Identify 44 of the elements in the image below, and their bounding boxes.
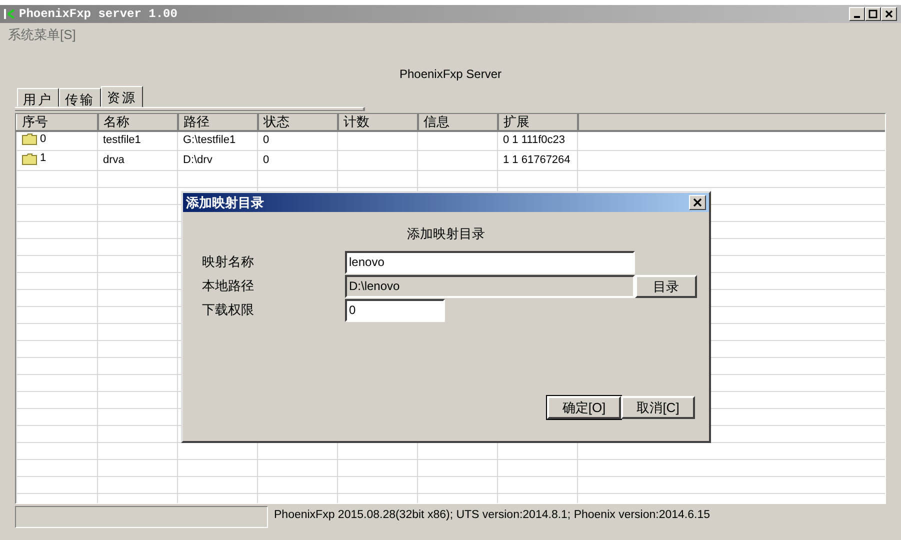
tab[interactable]: 用户 — [17, 88, 59, 106]
folder-icon — [22, 152, 37, 164]
header-title: PhoenixFxp Server — [399, 66, 502, 80]
field-label: 本地路径 — [201, 277, 255, 296]
input-field[interactable]: 0 — [345, 298, 445, 322]
browse-button[interactable]: 目录 — [635, 274, 697, 298]
column-header[interactable]: 扩展 — [498, 114, 578, 130]
cancel-button[interactable]: 取消[C] — [621, 396, 695, 419]
table-cell: 0 1 111f0c23 — [503, 134, 565, 146]
table-cell: 1 1 61767264 — [503, 154, 570, 166]
close-icon — [884, 9, 894, 19]
table-cell: testfile1 — [103, 134, 141, 146]
table-cell: 0 — [22, 132, 46, 146]
field-label: 映射名称 — [201, 253, 255, 272]
maximize-icon — [868, 9, 878, 19]
tab[interactable]: 传输 — [59, 88, 101, 106]
table-cell: 0 — [263, 154, 270, 166]
app-icon — [4, 8, 16, 20]
column-header[interactable]: 名称 — [98, 114, 178, 130]
table-cell: D:\drv — [183, 154, 212, 166]
table-cell: drva — [103, 154, 124, 166]
column-header[interactable]: 路径 — [178, 114, 258, 130]
minimize-button[interactable] — [849, 7, 865, 21]
window-title: PhoenixFxp server 1.00 — [19, 6, 178, 23]
close-button[interactable] — [881, 7, 897, 21]
table-cell: 1 — [22, 151, 46, 166]
column-header[interactable]: 序号 — [16, 114, 98, 130]
close-button[interactable] — [689, 195, 706, 210]
column-header[interactable]: 信息 — [418, 114, 498, 130]
tab[interactable]: 资源 — [101, 86, 143, 106]
table-cell: G:\testfile1 — [183, 134, 236, 146]
ok-button[interactable]: 确定[O] — [547, 396, 621, 419]
folder-icon — [22, 133, 37, 145]
dialog-heading: 添加映射目录 — [407, 226, 485, 241]
column-header[interactable]: 计数 — [338, 114, 418, 130]
column-header[interactable]: 状态 — [258, 114, 338, 130]
close-icon — [693, 198, 702, 207]
status-text: PhoenixFxp 2015.08.28(32bit x86); UTS version:2014.8.1; Phoenix version:2014.6.15 — [273, 508, 710, 522]
input-field[interactable]: lenovo — [345, 250, 635, 274]
field-label: 下载权限 — [201, 301, 255, 320]
maximize-button[interactable] — [865, 7, 881, 21]
table-cell: 0 — [263, 134, 270, 146]
minimize-icon — [854, 16, 860, 18]
dialog-title: 添加映射目录 — [186, 194, 264, 212]
